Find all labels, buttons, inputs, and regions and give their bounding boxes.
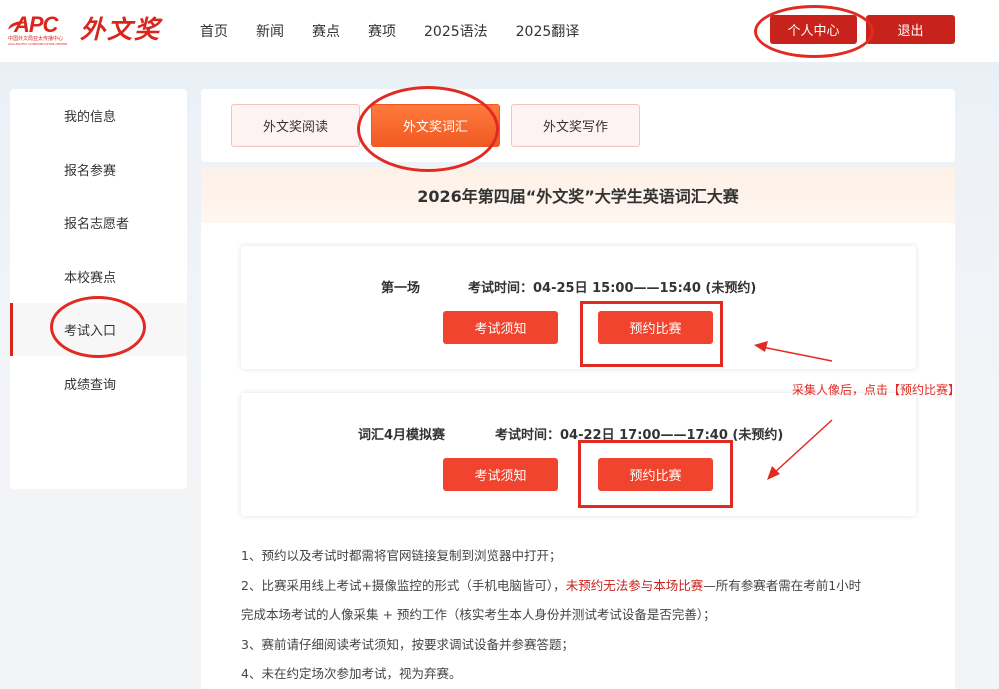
apc-logo-text: APC (14, 12, 58, 37)
competition-title: 2026年第四届“外文奖”大学生英语词汇大赛 (201, 167, 955, 223)
note-2-highlight: 未预约无法参与本场比赛 (565, 577, 704, 593)
nav-home[interactable]: 首页 (200, 21, 228, 41)
note-4: 4、未在约定场次参加考试，视为弃赛。 (241, 666, 462, 681)
note-2-text-cont: —所有参赛者需在考前1小时 (703, 577, 862, 593)
personal-center-button[interactable]: 个人中心 (770, 15, 857, 44)
reserve-button[interactable]: 预约比赛 (598, 458, 713, 491)
session-card-2: 词汇4月模拟赛 考试时间：04-22日 17:00——17:40 (未预约) 考… (241, 393, 916, 516)
session-name: 词汇4月模拟赛 (358, 428, 446, 443)
apc-logo[interactable]: APC 中国外文局亚太传播中心 ASIA-PACIFIC COMMUNICATI… (6, 12, 70, 48)
note-2-text: 2、比赛采用线上考试+摄像监控的形式（手机电脑皆可）， (241, 577, 566, 593)
apc-logo-subtitle-en: ASIA-PACIFIC COMMUNICATION CENTER (8, 42, 68, 46)
annotation-instruction: 采集人像后，点击【预约比赛】 (792, 383, 961, 397)
tab-reading[interactable]: 外文奖阅读 (231, 104, 360, 147)
session-time: 考试时间：04-25日 15:00——15:40 (未预约) (468, 281, 757, 296)
nav-2025-grammar[interactable]: 2025语法 (424, 21, 488, 41)
exam-notice-button[interactable]: 考试须知 (443, 311, 558, 344)
tab-vocabulary[interactable]: 外文奖词汇 (371, 104, 500, 147)
nav-2025-translation[interactable]: 2025翻译 (516, 21, 580, 41)
logout-button[interactable]: 退出 (866, 15, 955, 44)
session-time: 考试时间：04-22日 17:00——17:40 (未预约) (495, 428, 784, 443)
exam-notes: 1、预约以及考试时都需将官网链接复制到浏览器中打开； 2、比赛采用线上考试+摄像… (241, 541, 931, 689)
sidebar-item-school-venue[interactable]: 本校赛点 (10, 250, 187, 303)
sidebar-item-exam-entry[interactable]: 考试入口 (10, 303, 187, 356)
note-2: 2、比赛采用线上考试+摄像监控的形式（手机电脑皆可），未预约无法参与本场比赛—所… (241, 571, 931, 601)
nav-venues[interactable]: 赛点 (312, 21, 340, 41)
reserve-button[interactable]: 预约比赛 (598, 311, 713, 344)
note-2-continued: 完成本场考试的人像采集 + 预约工作（核实考生本人身份并测试考试设备是否完善）； (241, 607, 716, 622)
tab-writing[interactable]: 外文奖写作 (511, 104, 640, 147)
note-1: 1、预约以及考试时都需将官网链接复制到浏览器中打开； (241, 548, 562, 563)
session-name: 第一场 (381, 281, 421, 296)
exam-notice-button[interactable]: 考试须知 (443, 458, 558, 491)
sidebar-item-my-info[interactable]: 我的信息 (10, 89, 187, 142)
session-card-1: 第一场 考试时间：04-25日 15:00——15:40 (未预约) 考试须知 … (241, 246, 916, 369)
brand-logo[interactable]: 外文奖 (80, 14, 161, 46)
sidebar: 我的信息 报名参赛 报名志愿者 本校赛点 考试入口 成绩查询 (10, 89, 187, 489)
top-nav: 首页 新闻 赛点 赛项 2025语法 2025翻译 (200, 0, 607, 62)
sidebar-item-volunteer[interactable]: 报名志愿者 (10, 196, 187, 249)
nav-events[interactable]: 赛项 (368, 21, 396, 41)
competition-tabs: 外文奖阅读 外文奖词汇 外文奖写作 (201, 89, 955, 162)
sidebar-item-register[interactable]: 报名参赛 (10, 143, 187, 196)
header: APC 中国外文局亚太传播中心 ASIA-PACIFIC COMMUNICATI… (0, 0, 999, 62)
sidebar-item-score-query[interactable]: 成绩查询 (10, 357, 187, 410)
main-card: 2026年第四届“外文奖”大学生英语词汇大赛 第一场 考试时间：04-25日 1… (201, 167, 955, 689)
nav-news[interactable]: 新闻 (256, 21, 284, 41)
note-3: 3、赛前请仔细阅读考试须知，按要求调试设备并参赛答题； (241, 636, 574, 652)
